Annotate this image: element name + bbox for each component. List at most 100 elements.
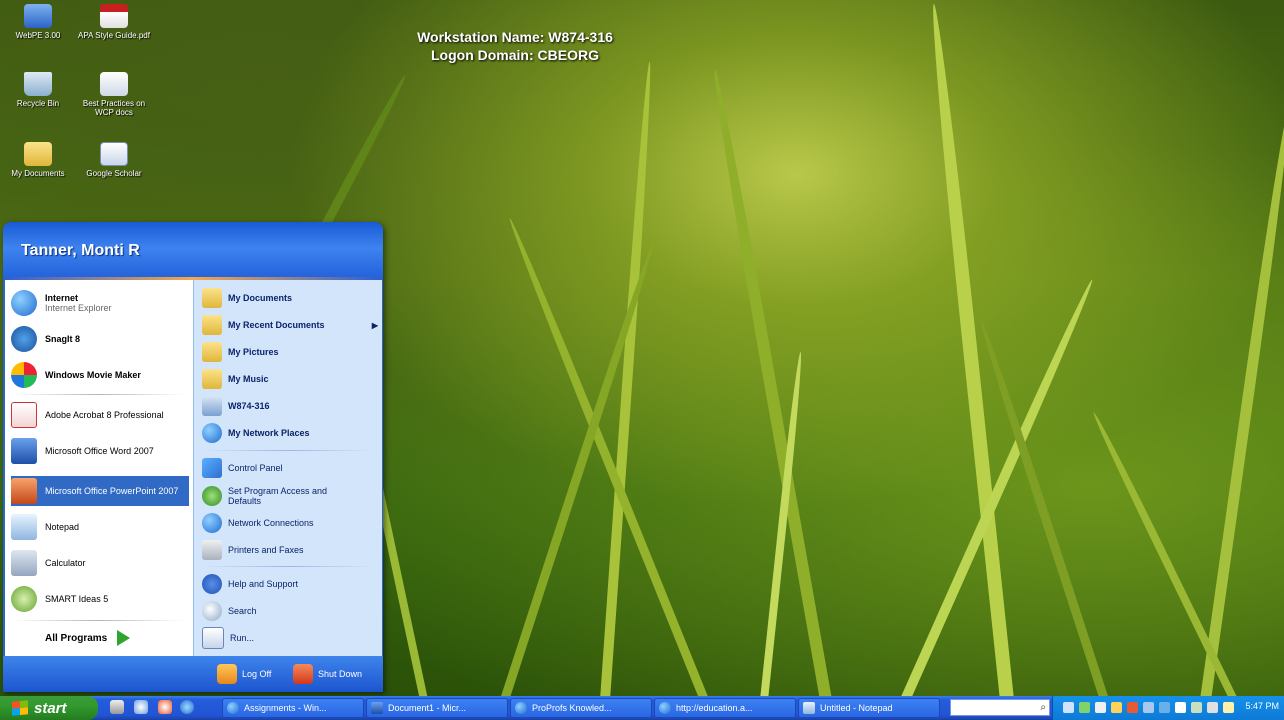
recent-word[interactable]: Microsoft Office Word 2007 — [11, 436, 189, 466]
recent-smart-ideas[interactable]: SMART Ideas 5 — [11, 584, 189, 614]
tray-icon[interactable] — [1143, 702, 1154, 713]
search-icon: ⌕ — [1040, 702, 1046, 713]
network-connections-item[interactable]: Network Connections — [202, 511, 378, 535]
grass-blade — [500, 242, 658, 696]
tray-icon[interactable] — [1223, 702, 1234, 713]
shut-down-button[interactable]: Shut Down — [293, 664, 362, 684]
run-item[interactable]: Run... — [202, 626, 378, 650]
clock[interactable]: 5:47 PM — [1245, 701, 1279, 711]
desktop-icon-my-documents[interactable]: My Documents — [2, 142, 74, 178]
place-label: Control Panel — [228, 463, 283, 473]
tray-icon[interactable] — [1079, 702, 1090, 713]
calculator-icon — [11, 550, 37, 576]
taskbar-button[interactable]: Document1 - Micr... — [366, 698, 508, 718]
desktop-icon-recycle-bin[interactable]: Recycle Bin — [2, 72, 74, 108]
desktop-icon-apa[interactable]: APA Style Guide.pdf — [78, 4, 150, 40]
recent-calculator[interactable]: Calculator — [11, 548, 189, 578]
recent-acrobat[interactable]: Adobe Acrobat 8 Professional — [11, 400, 189, 430]
search-icon — [202, 601, 222, 621]
pinned-internet[interactable]: Internet Internet Explorer — [11, 288, 189, 318]
place-label: My Network Places — [228, 428, 310, 438]
tray-icon[interactable] — [1111, 702, 1122, 713]
search-item[interactable]: Search — [202, 599, 378, 623]
help-support-item[interactable]: Help and Support — [202, 572, 378, 596]
start-button[interactable]: start — [0, 696, 98, 720]
program-label: SnagIt 8 — [45, 334, 81, 344]
places-my-computer[interactable]: W874-316 — [202, 394, 378, 418]
quick-launch-icon[interactable] — [158, 700, 172, 714]
printers-faxes-item[interactable]: Printers and Faxes — [202, 538, 378, 562]
place-label: My Documents — [228, 293, 293, 303]
places-my-network-places[interactable]: My Network Places — [202, 421, 378, 445]
start-menu-header: Tanner, Monti R — [3, 222, 383, 280]
taskbar-button[interactable]: Untitled - Notepad — [798, 698, 940, 718]
places-my-music[interactable]: My Music — [202, 367, 378, 391]
places-my-documents[interactable]: My Documents — [202, 286, 378, 310]
program-label: SMART Ideas 5 — [45, 594, 109, 604]
tray-icon[interactable] — [1095, 702, 1106, 713]
volume-icon[interactable] — [1207, 702, 1218, 713]
desktop-icon-label: My Documents — [11, 169, 65, 178]
internet-explorer-icon — [227, 702, 239, 714]
submenu-arrow-icon: ▶ — [371, 320, 378, 330]
all-programs-label: All Programs — [45, 632, 108, 644]
control-panel-item[interactable]: Control Panel — [202, 456, 378, 480]
system-tray: 5:47 PM — [1052, 696, 1284, 720]
desktop-icon-webpe[interactable]: WebPE 3.00 — [2, 4, 74, 40]
log-off-button[interactable]: Log Off — [217, 664, 271, 684]
taskbar-button[interactable]: ProProfs Knowled... — [510, 698, 652, 718]
user-name: Tanner, Monti R — [21, 242, 140, 259]
recent-notepad[interactable]: Notepad — [11, 512, 189, 542]
place-label: My Pictures — [228, 347, 279, 357]
program-label: Microsoft Office Word 2007 — [45, 446, 154, 456]
taskbar: start Assignments - Win... Document1 - M… — [0, 696, 1284, 720]
tray-icon[interactable] — [1191, 702, 1202, 713]
folder-icon — [202, 369, 222, 389]
place-label: Search — [228, 606, 257, 616]
all-programs-button[interactable]: All Programs — [45, 630, 131, 646]
quick-launch-icon[interactable] — [134, 700, 148, 714]
taskbar-button[interactable]: Assignments - Win... — [222, 698, 364, 718]
separator — [13, 620, 185, 621]
tray-icon[interactable] — [1127, 702, 1138, 713]
tray-icon[interactable] — [1175, 702, 1186, 713]
folder-icon — [202, 288, 222, 308]
program-label: Internet — [45, 293, 79, 303]
show-desktop-icon[interactable] — [110, 700, 124, 714]
desktop-icon-google-scholar[interactable]: Google Scholar — [78, 142, 150, 178]
desktop-icon-label: APA Style Guide.pdf — [78, 31, 150, 40]
pinned-movie-maker[interactable]: Windows Movie Maker — [11, 360, 189, 390]
power-icon — [293, 664, 313, 684]
network-connections-icon — [202, 513, 222, 533]
start-menu-left-pane: Internet Internet Explorer SnagIt 8 Windo… — [5, 280, 193, 656]
taskbar-button[interactable]: http://education.a... — [654, 698, 796, 718]
recent-powerpoint[interactable]: Microsoft Office PowerPoint 2007 — [11, 476, 189, 506]
grass-blade — [926, 3, 1014, 696]
folder-icon — [202, 342, 222, 362]
pdf-icon — [100, 4, 128, 28]
places-my-pictures[interactable]: My Pictures — [202, 340, 378, 364]
places-my-recent-documents[interactable]: My Recent Documents ▶ — [202, 313, 378, 337]
help-icon — [202, 574, 222, 594]
task-label: http://education.a... — [676, 703, 753, 713]
place-label: Run... — [230, 633, 255, 643]
start-menu-footer: Log Off Shut Down — [3, 656, 383, 692]
program-access-item[interactable]: Set Program Access and Defaults — [202, 481, 378, 511]
task-label: Assignments - Win... — [244, 703, 327, 713]
place-label: W874-316 — [228, 401, 270, 411]
program-label: Calculator — [45, 558, 86, 568]
desktop-icon-best-practices[interactable]: Best Practices on WCP docs — [78, 72, 150, 117]
run-icon — [202, 627, 224, 649]
pinned-snagit[interactable]: SnagIt 8 — [11, 324, 189, 354]
task-label: Untitled - Notepad — [820, 703, 893, 713]
grass-blade — [1200, 105, 1284, 696]
taskbar-search-input[interactable]: ⌕ — [950, 699, 1050, 716]
separator — [13, 394, 185, 395]
tray-icon[interactable] — [1159, 702, 1170, 713]
computer-icon — [202, 396, 222, 416]
tray-icon[interactable] — [1063, 702, 1074, 713]
workstation-info: Workstation Name: W874-316 Logon Domain:… — [400, 28, 630, 64]
program-access-icon — [202, 486, 222, 506]
place-label: Network Connections — [228, 518, 314, 528]
internet-explorer-icon[interactable] — [180, 700, 194, 714]
